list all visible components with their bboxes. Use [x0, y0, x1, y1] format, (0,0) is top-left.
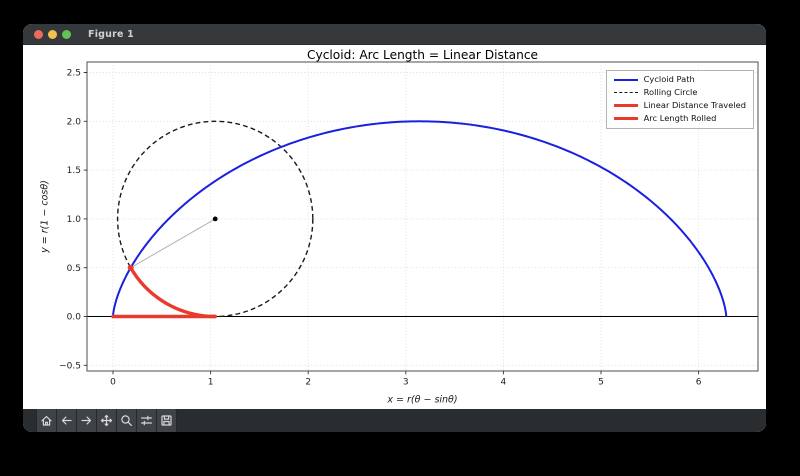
toolbar [23, 409, 766, 432]
save-icon [161, 415, 172, 426]
sliders-icon [141, 415, 152, 426]
minimize-button[interactable] [48, 29, 57, 39]
move-icon [100, 414, 113, 427]
home-icon [41, 416, 52, 426]
x-axis-label: x = r(θ − sinθ) [386, 395, 457, 406]
toolbar-home-button[interactable] [36, 409, 57, 432]
legend-entry: Cycloid Path [613, 74, 746, 85]
zoom-button[interactable] [62, 29, 71, 39]
arrow-right-icon [81, 416, 92, 425]
legend-line-sample [613, 92, 638, 94]
legend-label: Arc Length Rolled [643, 113, 717, 124]
legend-entry: Linear Distance Traveled [613, 100, 746, 111]
y-axis-label: y = r(1 − cosθ) [40, 180, 51, 254]
x-tick-label: 5 [598, 378, 604, 388]
legend-line-sample [613, 78, 638, 81]
legend-label: Rolling Circle [643, 87, 698, 98]
x-tick-label: 3 [403, 378, 409, 388]
legend-entry: Rolling Circle [613, 87, 746, 98]
legend-line-sample [613, 104, 638, 108]
legend: Cycloid Path Rolling Circle Linear Distanc… [605, 70, 754, 129]
toolbar-pan-button[interactable] [97, 409, 117, 432]
legend-label: Linear Distance Traveled [643, 100, 746, 111]
toolbar-subplots-button[interactable] [137, 409, 157, 432]
legend-entry: Arc Length Rolled [613, 113, 746, 124]
y-tick-label: 2.0 [67, 117, 82, 127]
magnifier-icon [121, 415, 132, 426]
toolbar-zoom-button[interactable] [117, 409, 137, 432]
x-tick-label: 6 [696, 378, 702, 388]
y-tick-label: 2.5 [67, 69, 81, 79]
y-tick-label: 1.0 [67, 215, 82, 225]
x-tick-label: 4 [501, 378, 507, 388]
desktop-background: Figure 1 0 1 2 3 4 5 6 −0.5 0.0 0.5 1.0 1.5 2.0 2.5 C… [0, 0, 800, 476]
radius-spoke [130, 218, 216, 269]
x-tick-label: 2 [305, 378, 311, 388]
arc-length-rolled [129, 266, 217, 319]
y-tick-label: −0.5 [59, 361, 81, 371]
y-tick-label: 0.5 [67, 264, 81, 274]
toolbar-save-button[interactable] [157, 409, 177, 432]
legend-label: Cycloid Path [643, 74, 695, 84]
toolbar-back-button[interactable] [57, 409, 77, 432]
cycloid-point-marker [127, 264, 134, 271]
titlebar[interactable]: Figure 1 [23, 24, 766, 45]
y-tick-label: 1.5 [67, 166, 81, 176]
plot-title: Cycloid: Arc Length = Linear Distance [307, 48, 538, 62]
window-title: Figure 1 [88, 28, 134, 40]
close-button[interactable] [34, 29, 43, 39]
figure-canvas[interactable]: 0 1 2 3 4 5 6 −0.5 0.0 0.5 1.0 1.5 2.0 2.5 Cycloid: A… [23, 45, 766, 409]
figure-window: Figure 1 0 1 2 3 4 5 6 −0.5 0.0 0.5 1.0 1.5 2.0 2.5 C… [23, 24, 766, 432]
circle-center-dot [212, 216, 218, 222]
toolbar-forward-button[interactable] [77, 409, 97, 432]
x-tick-label: 1 [208, 378, 214, 388]
arrow-left-icon [61, 416, 72, 425]
legend-line-sample [613, 117, 638, 121]
x-tick-label: 0 [110, 378, 116, 388]
y-tick-label: 0.0 [67, 313, 82, 323]
